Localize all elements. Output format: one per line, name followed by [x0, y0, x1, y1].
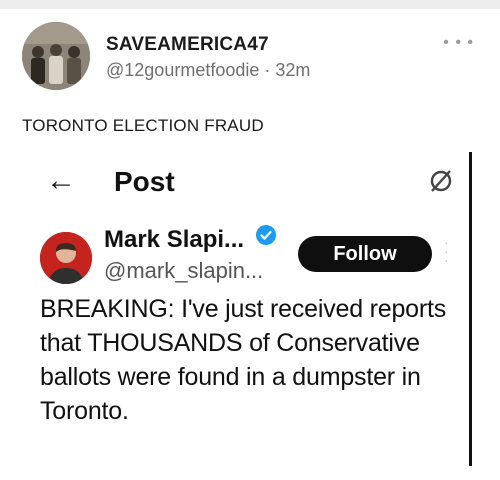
tweet-text: BREAKING: I've just received reports tha… — [40, 295, 447, 425]
embed-handle: @mark_slapin... — [104, 258, 264, 283]
post-text: TORONTO ELECTION FRAUD — [22, 116, 264, 135]
embed-author-name: Mark Slapi... — [104, 226, 245, 253]
more-vertical-icon: · · · — [444, 234, 449, 268]
author-name[interactable]: SAVEAMERICA47 — [106, 34, 269, 56]
embed-header-title: Post — [114, 166, 175, 197]
scrollbar — [469, 152, 472, 466]
author-handle[interactable]: @12gourmetfoodie — [106, 60, 259, 80]
refresh-icon — [428, 168, 454, 199]
more-horizontal-icon[interactable]: • • • — [443, 34, 474, 52]
top-strip — [0, 0, 500, 9]
embed-author: Mark Slapi... — [104, 224, 277, 255]
avatar[interactable] — [22, 22, 90, 90]
follow-button: Follow — [298, 236, 432, 272]
avatar-photo — [22, 22, 90, 90]
post-time: 32m — [275, 60, 311, 80]
embedded-screenshot: ← Post Mark Slapi... @mark_slapin... Fol… — [24, 152, 472, 466]
verified-badge-icon — [255, 224, 277, 253]
arrow-left-icon: ← — [46, 164, 76, 197]
embed-avatar — [40, 232, 92, 284]
author-meta: @12gourmetfoodie · 32m — [106, 60, 310, 81]
meta-separator: · — [264, 60, 271, 80]
